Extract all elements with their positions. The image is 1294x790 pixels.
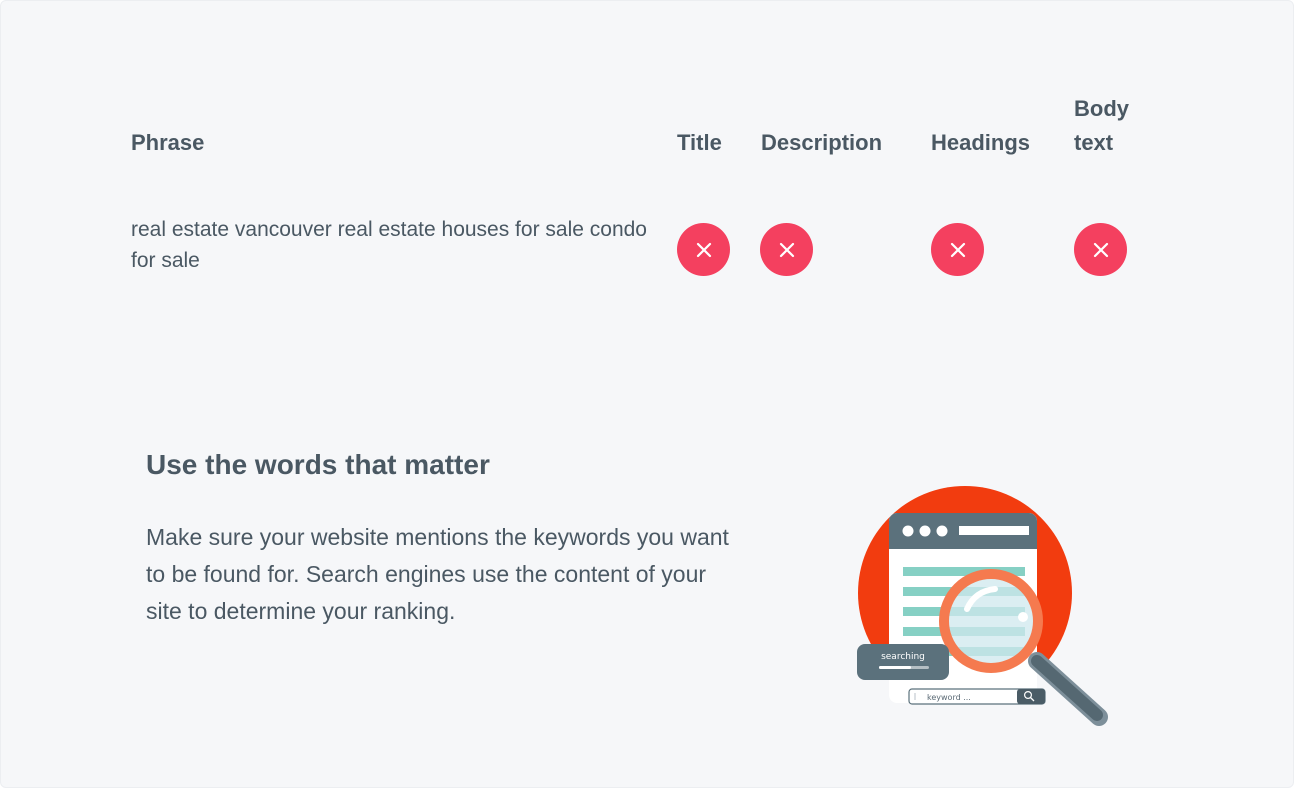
column-header-phrase: Phrase	[131, 130, 205, 155]
title-missing-x-icon	[677, 223, 730, 276]
searching-badge	[857, 644, 949, 680]
keyword-search-illustration: searching keyword ...	[857, 486, 1108, 726]
headings-missing-x-icon	[931, 223, 984, 276]
column-header-headings: Headings	[931, 130, 1031, 155]
window-dot-icon	[902, 525, 914, 537]
window-dot-icon	[919, 525, 931, 537]
searching-label: searching	[881, 652, 925, 662]
searching-progress	[879, 666, 911, 669]
column-header-body-text: Body text	[1074, 94, 1129, 158]
column-header-description: Description	[761, 130, 883, 155]
column-header-body-line1: Body	[1074, 96, 1129, 121]
keyword-phrase: real estate vancouver real estate houses…	[131, 218, 647, 272]
section-heading: Use the words that matter	[146, 449, 490, 480]
window-dot-icon	[936, 525, 948, 537]
description-missing-x-icon	[760, 223, 813, 276]
address-bar	[959, 526, 1029, 535]
keyword-panel: Phrase Title Description Headings Body t…	[0, 0, 1294, 788]
column-header-title: Title	[677, 130, 722, 155]
section-body: Make sure your website mentions the keyw…	[146, 524, 729, 624]
column-header-body-line2: text	[1074, 130, 1114, 155]
keyword-placeholder: keyword ...	[927, 693, 971, 702]
body-missing-x-icon	[1074, 223, 1127, 276]
magnifier-handle	[1031, 655, 1103, 721]
